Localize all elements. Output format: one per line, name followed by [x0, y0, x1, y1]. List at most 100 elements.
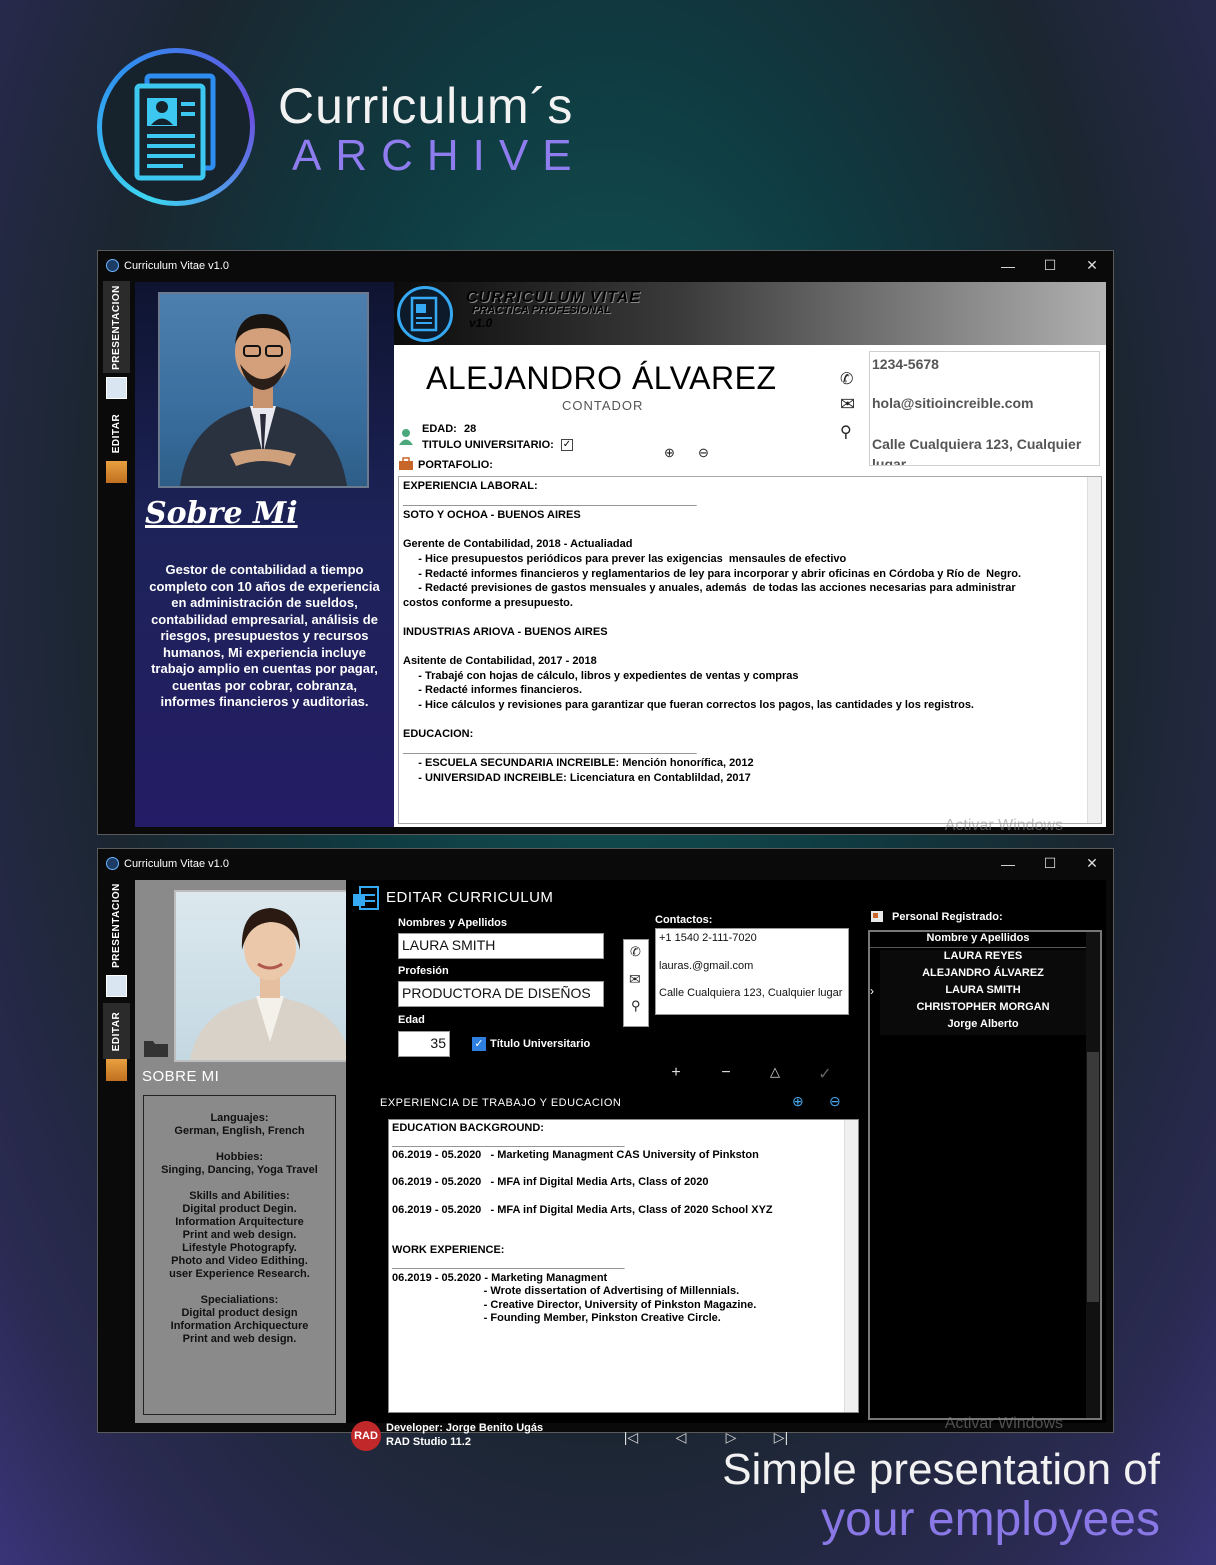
registered-list[interactable]: Nombre y Apellidos › LAURA REYES ALEJAND… — [868, 930, 1102, 1420]
profile-panel: Sobre Mi Gestor de contabilidad a tiempo… — [135, 282, 394, 827]
id-card-icon[interactable] — [106, 975, 127, 997]
contact-email: hola@sitioincreible.com — [872, 395, 1034, 411]
contact-address: Calle Cualquiera 123, Cualquier lugar — [659, 987, 843, 999]
zoom-out-icon[interactable]: ⊖ — [829, 1093, 841, 1110]
edit-button[interactable]: △ — [765, 1064, 785, 1080]
contactos-label: Contactos: — [655, 914, 713, 926]
about-heading: SOBRE MI — [142, 1068, 220, 1085]
contact-phone: +1 1540 2-111-7020 — [659, 932, 757, 944]
tab-presentacion[interactable]: PRESENTACION — [103, 281, 130, 373]
resume-document-icon — [134, 73, 216, 181]
cv-header-subtitle: PRACTICA PROFESIONAL — [472, 304, 611, 316]
minimize-button[interactable]: — — [987, 856, 1029, 872]
app-logo — [97, 48, 255, 206]
contacts-memo[interactable]: +1 1540 2-111-7020 lauras.@gmail.com Cal… — [655, 928, 849, 1015]
profile-photo[interactable] — [174, 890, 367, 1062]
zoom-in-icon[interactable]: ⊕ — [792, 1093, 804, 1110]
contact-phone: 1234-5678 — [872, 356, 939, 372]
experience-memo[interactable]: EXPERIENCIA LABORAL: ___________________… — [398, 476, 1102, 824]
registered-row[interactable]: LAURA REYES — [880, 950, 1086, 967]
side-tabs: PRESENTACION EDITAR — [103, 879, 130, 1424]
studio-version: RAD Studio 11.2 — [386, 1436, 471, 1448]
remove-button[interactable]: − — [716, 1064, 736, 1082]
edad-label: EDAD: — [422, 423, 457, 435]
mail-icon: ✉ — [840, 394, 856, 414]
mail-icon: ✉ — [629, 971, 641, 987]
registered-row[interactable]: CHRISTOPHER MORGAN — [880, 1001, 1086, 1018]
scrollbar-thumb[interactable] — [1087, 1052, 1099, 1302]
developer-name: Developer: Jorge Benito Ugás — [386, 1422, 544, 1434]
titulo-label: TITULO UNIVERSITARIO: — [422, 439, 554, 451]
edit-title: EDITAR CURRICULUM — [386, 889, 554, 906]
profesion-input[interactable]: PRODUCTORA DE DISEÑOS — [398, 981, 604, 1007]
last-record-button[interactable]: ▷| — [771, 1429, 791, 1446]
phone-icon: ✆ — [630, 944, 641, 959]
tab-editar[interactable]: EDITAR — [103, 405, 130, 461]
row-indicator-icon: › — [870, 984, 874, 998]
employee-name: ALEJANDRO ÁLVAREZ — [426, 360, 777, 396]
tab-editar[interactable]: EDITAR — [103, 1003, 130, 1059]
location-pin-icon: ⚲ — [840, 424, 852, 441]
titulo-checkbox[interactable]: ✓ — [472, 1037, 486, 1051]
title-bar[interactable]: Curriculum Vitae v1.0 — ☐ ✕ — [98, 251, 1113, 280]
people-list-icon — [871, 911, 883, 922]
side-tabs: PRESENTACION EDITAR — [103, 281, 130, 826]
about-text: Gestor de contabilidad a tiempo completo… — [149, 562, 380, 709]
maximize-button[interactable]: ☐ — [1029, 257, 1071, 274]
vertical-scrollbar[interactable] — [1087, 477, 1101, 823]
profile-edit-panel: SOBRE MI Languajes: German, English, Fre… — [135, 880, 367, 1423]
experience-title: EXPERIENCIA DE TRABAJO Y EDUCACION — [380, 1097, 622, 1109]
cv-header-version: v1.0 — [469, 316, 493, 330]
edad-input[interactable]: 35 — [398, 1031, 450, 1057]
edit-document-icon — [353, 886, 379, 910]
titulo-label: Título Universitario — [490, 1038, 591, 1050]
nombres-input[interactable]: LAURA SMITH — [398, 933, 604, 959]
cv-header: CURRICULUM VITAE PRACTICA PROFESIONAL v1… — [394, 282, 1106, 345]
vertical-scrollbar[interactable] — [1086, 932, 1100, 1418]
tagline-line2: your employees — [821, 1493, 1160, 1546]
confirm-button[interactable]: ✓ — [815, 1064, 835, 1084]
app-icon — [106, 857, 119, 870]
registered-row[interactable]: Jorge Alberto — [880, 1018, 1086, 1035]
contact-email: lauras.@gmail.com — [659, 960, 754, 972]
tab-presentacion[interactable]: PRESENTACION — [103, 879, 130, 971]
minimize-button[interactable]: — — [987, 258, 1029, 274]
nombres-label: Nombres y Apellidos — [398, 917, 508, 929]
phone-icon: ✆ — [840, 371, 854, 388]
app-title: Curriculum´s ARCHIVE — [278, 78, 586, 178]
registered-row[interactable]: LAURA SMITH — [880, 984, 1086, 1001]
close-button[interactable]: ✕ — [1071, 257, 1113, 274]
zoom-in-icon[interactable]: ⊕ — [664, 445, 675, 461]
id-card-icon[interactable] — [106, 377, 127, 399]
experience-memo[interactable]: EDUCATION BACKGROUND: __________________… — [388, 1119, 859, 1413]
app-icon — [106, 259, 119, 272]
close-button[interactable]: ✕ — [1071, 855, 1113, 872]
next-record-button[interactable]: ▷ — [721, 1429, 741, 1446]
employee-profession: CONTADOR — [562, 398, 644, 413]
prev-record-button[interactable]: ◁ — [671, 1429, 691, 1446]
desk-person-icon[interactable] — [106, 1059, 127, 1081]
activate-windows-watermark: Activar Windows — [944, 1415, 1063, 1432]
registered-column-header[interactable]: Nombre y Apellidos — [870, 932, 1086, 948]
add-button[interactable]: + — [666, 1064, 686, 1082]
title-bar[interactable]: Curriculum Vitae v1.0 — ☐ ✕ — [98, 849, 1113, 878]
tagline: Simple presentation of your employees — [722, 1445, 1160, 1545]
person-icon — [399, 429, 413, 445]
desk-person-icon[interactable] — [106, 461, 127, 483]
window-title: Curriculum Vitae v1.0 — [124, 259, 229, 272]
first-record-button[interactable]: |◁ — [621, 1429, 641, 1446]
vertical-scrollbar[interactable] — [844, 1120, 858, 1412]
registered-title: Personal Registrado: — [892, 911, 1003, 923]
app-title-line2: ARCHIVE — [292, 131, 586, 180]
contact-address: Calle Cualquiera 123, Cualquier lugar — [872, 436, 1082, 466]
about-memo[interactable]: Languajes: German, English, French Hobbi… — [143, 1095, 336, 1415]
registered-panel: Personal Registrado: Nombre y Apellidos … — [866, 880, 1106, 1423]
zoom-out-icon[interactable]: ⊖ — [698, 445, 709, 461]
folder-icon[interactable] — [143, 1038, 169, 1058]
edad-label: Edad — [398, 1014, 425, 1026]
window-title: Curriculum Vitae v1.0 — [124, 857, 229, 870]
profesion-label: Profesión — [398, 965, 449, 977]
contact-icons: ✆ ✉ ⚲ — [623, 939, 649, 1027]
maximize-button[interactable]: ☐ — [1029, 855, 1071, 872]
registered-row[interactable]: ALEJANDRO ÁLVAREZ — [880, 967, 1086, 984]
